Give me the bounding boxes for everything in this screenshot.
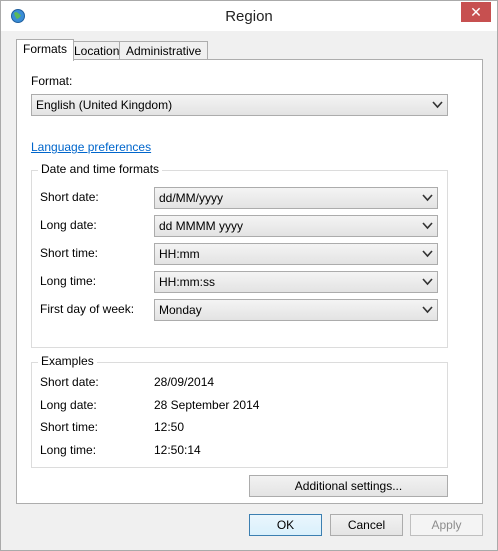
cancel-button[interactable]: Cancel [330,514,403,536]
chevron-down-icon [422,250,433,258]
example-short-date-label: Short date: [40,375,99,389]
formats-panel: Format: English (United Kingdom) Languag… [16,59,483,504]
short-date-label: Short date: [40,190,99,204]
additional-settings-button[interactable]: Additional settings... [249,475,448,497]
first-day-select[interactable]: Monday [154,299,438,321]
example-long-time-value: 12:50:14 [154,443,201,457]
short-date-select[interactable]: dd/MM/yyyy [154,187,438,209]
long-time-label: Long time: [40,274,97,288]
apply-button[interactable]: Apply [410,514,483,536]
datetime-formats-group: Date and time formats Short date: dd/MM/… [31,162,448,348]
close-button[interactable]: ✕ [461,2,491,22]
datetime-group-title: Date and time formats [38,162,163,176]
chevron-down-icon [422,194,433,202]
title-bar[interactable]: Region ✕ [1,1,497,31]
language-preferences-link[interactable]: Language preferences [31,140,151,154]
window-title: Region [225,8,273,25]
example-long-date-label: Long date: [40,398,97,412]
example-long-time-label: Long time: [40,443,97,457]
short-time-value: HH:mm [159,247,200,261]
examples-group: Examples Short date: 28/09/2014 Long dat… [31,354,448,468]
chevron-down-icon [422,278,433,286]
tab-location[interactable]: Location [67,41,127,61]
examples-group-title: Examples [38,354,97,368]
chevron-down-icon [422,306,433,314]
first-day-label: First day of week: [40,302,135,316]
tab-administrative[interactable]: Administrative [119,41,209,61]
long-date-value: dd MMMM yyyy [159,219,243,233]
short-time-select[interactable]: HH:mm [154,243,438,265]
long-date-label: Long date: [40,218,97,232]
short-date-value: dd/MM/yyyy [159,191,224,205]
format-label: Format: [31,74,73,88]
first-day-value: Monday [159,303,202,317]
long-time-select[interactable]: HH:mm:ss [154,271,438,293]
tab-formats[interactable]: Formats [16,39,75,61]
long-date-select[interactable]: dd MMMM yyyy [154,215,438,237]
region-dialog: Region ✕ Formats Location Administrative… [0,0,498,551]
short-time-label: Short time: [40,246,99,260]
example-short-time-label: Short time: [40,420,99,434]
example-short-date-value: 28/09/2014 [154,375,215,389]
chevron-down-icon [432,101,443,109]
example-long-date-value: 28 September 2014 [154,398,260,412]
ok-button[interactable]: OK [249,514,322,536]
example-short-time-value: 12:50 [154,420,185,434]
long-time-value: HH:mm:ss [159,275,215,289]
format-select[interactable]: English (United Kingdom) [31,94,448,116]
chevron-down-icon [422,222,433,230]
format-value: English (United Kingdom) [36,98,173,112]
close-icon: ✕ [470,4,482,20]
